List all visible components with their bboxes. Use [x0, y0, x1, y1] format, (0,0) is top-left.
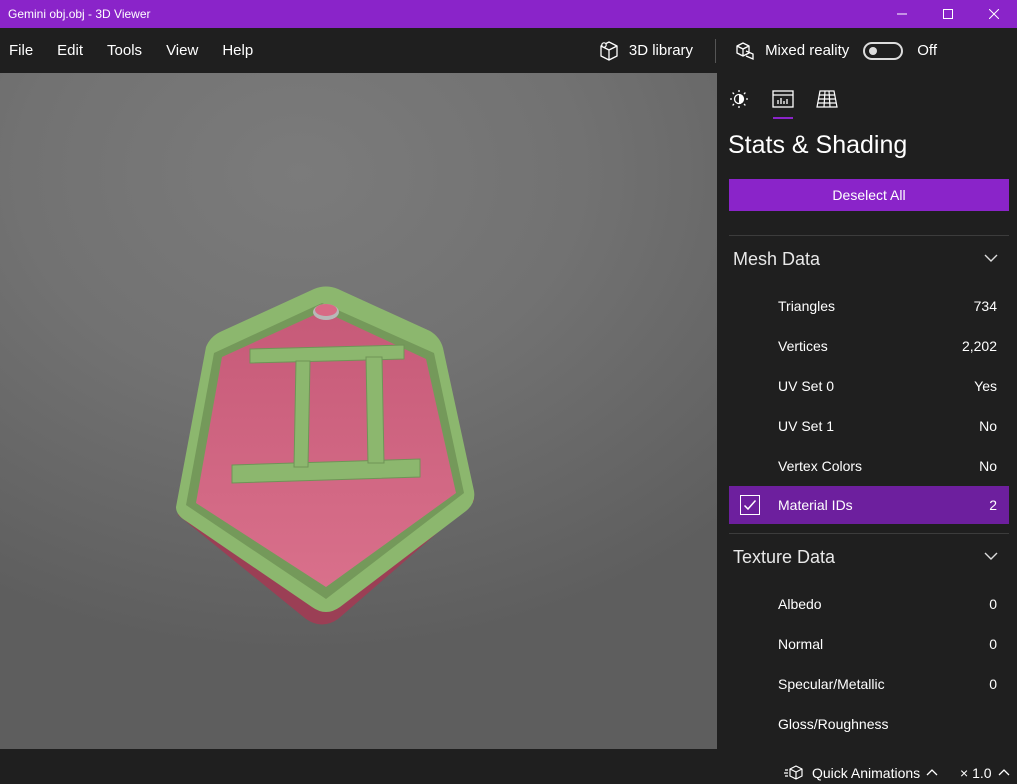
texture-row-specular-metallic[interactable]: Specular/Metallic 0	[729, 665, 1009, 703]
grid-icon	[816, 90, 838, 108]
chevron-up-icon	[998, 769, 1009, 776]
row-value: 0	[989, 636, 997, 652]
lighting-icon	[730, 90, 748, 108]
texture-row-albedo[interactable]: Albedo 0	[729, 585, 1009, 623]
stats-panel: Stats & Shading Deselect All Mesh Data T…	[717, 73, 1017, 749]
tab-stats[interactable]	[769, 85, 797, 113]
row-label: UV Set 0	[778, 378, 835, 394]
row-checkbox[interactable]	[740, 495, 760, 515]
quick-animations-label: Quick Animations	[812, 765, 921, 781]
mesh-row-uv-set-1[interactable]: UV Set 1 No	[729, 407, 1009, 445]
3d-library-button[interactable]: 3D library	[598, 40, 693, 62]
mesh-data-heading: Mesh Data	[733, 248, 821, 269]
row-value: 2	[989, 497, 997, 513]
mesh-row-vertices[interactable]: Vertices 2,202	[729, 327, 1009, 365]
mesh-data-header[interactable]: Mesh Data	[733, 244, 1009, 274]
stats-icon	[772, 90, 794, 108]
3d-library-label: 3D library	[628, 42, 694, 59]
maximize-button[interactable]	[925, 0, 971, 28]
texture-row-normal[interactable]: Normal 0	[729, 625, 1009, 663]
close-icon	[989, 9, 999, 19]
status-bar: Quick Animations × 1.0	[0, 749, 1017, 784]
chevron-up-icon	[926, 769, 938, 776]
row-label: Vertices	[778, 338, 828, 354]
panel-title: Stats & Shading	[728, 131, 908, 159]
toggle-knob	[869, 46, 878, 55]
panel-tabs	[717, 73, 1017, 123]
row-label: Albedo	[778, 596, 822, 612]
mesh-row-vertex-colors[interactable]: Vertex Colors No	[729, 447, 1009, 485]
row-value: 0	[989, 676, 997, 692]
mesh-row-uv-set-0[interactable]: UV Set 0 Yes	[729, 367, 1009, 405]
mixed-reality-icon	[736, 41, 754, 60]
texture-row-gloss-roughness[interactable]: Gloss/Roughness	[729, 705, 1009, 743]
row-value: Yes	[974, 378, 997, 394]
mesh-row-material-ids[interactable]: Material IDs 2	[729, 486, 1009, 524]
title-bar: Gemini obj.obj - 3D Viewer	[0, 0, 1017, 28]
checkmark-icon	[743, 500, 757, 511]
mixed-reality-toggle[interactable]	[863, 41, 904, 60]
toolbar-separator	[715, 38, 717, 63]
row-label: Material IDs	[778, 497, 853, 513]
cube-icon	[600, 40, 618, 61]
chevron-down-icon	[984, 254, 998, 262]
row-label: Triangles	[778, 298, 836, 314]
3d-model[interactable]	[0, 73, 717, 749]
divider	[729, 533, 1009, 534]
texture-data-heading: Texture Data	[733, 546, 836, 567]
row-label: Normal	[778, 636, 824, 652]
row-label: Vertex Colors	[778, 458, 863, 474]
divider	[729, 235, 1009, 236]
row-value: No	[979, 458, 997, 474]
menu-view[interactable]: View	[154, 28, 210, 73]
window-title: Gemini obj.obj - 3D Viewer	[8, 7, 151, 21]
menu-bar: File Edit Tools View Help 3D library Mix…	[0, 28, 1017, 73]
tab-grid[interactable]	[813, 85, 841, 113]
row-label: UV Set 1	[778, 418, 835, 434]
3d-viewport[interactable]	[0, 73, 717, 749]
minimize-button[interactable]	[879, 0, 925, 28]
mixed-reality-button[interactable]: Mixed reality	[734, 40, 849, 62]
row-label: Gloss/Roughness	[778, 716, 889, 732]
menu-help[interactable]: Help	[210, 28, 265, 73]
menu-edit[interactable]: Edit	[45, 28, 95, 73]
animation-icon	[784, 765, 803, 780]
deselect-all-button[interactable]: Deselect All	[729, 179, 1009, 211]
row-value: 734	[973, 298, 997, 314]
quick-animations-button[interactable]: Quick Animations	[784, 765, 946, 781]
tab-lighting[interactable]	[725, 85, 753, 113]
toggle-state: Off	[917, 42, 937, 59]
texture-data-header[interactable]: Texture Data	[733, 542, 1009, 572]
playback-speed-value: × 1.0	[960, 765, 992, 781]
maximize-icon	[943, 9, 953, 19]
playback-speed-button[interactable]: × 1.0	[960, 765, 1010, 781]
mixed-reality-label: Mixed reality	[765, 42, 850, 59]
close-button[interactable]	[971, 0, 1017, 28]
row-value: 2,202	[961, 338, 997, 354]
minimize-icon	[897, 13, 907, 15]
active-tab-indicator	[773, 117, 793, 119]
row-value: 0	[989, 596, 997, 612]
row-label: Specular/Metallic	[778, 676, 885, 692]
mesh-row-triangles[interactable]: Triangles 734	[729, 287, 1009, 325]
chevron-down-icon	[984, 552, 998, 560]
row-value: No	[979, 418, 997, 434]
menu-file[interactable]: File	[0, 28, 45, 73]
menu-tools[interactable]: Tools	[95, 28, 154, 73]
